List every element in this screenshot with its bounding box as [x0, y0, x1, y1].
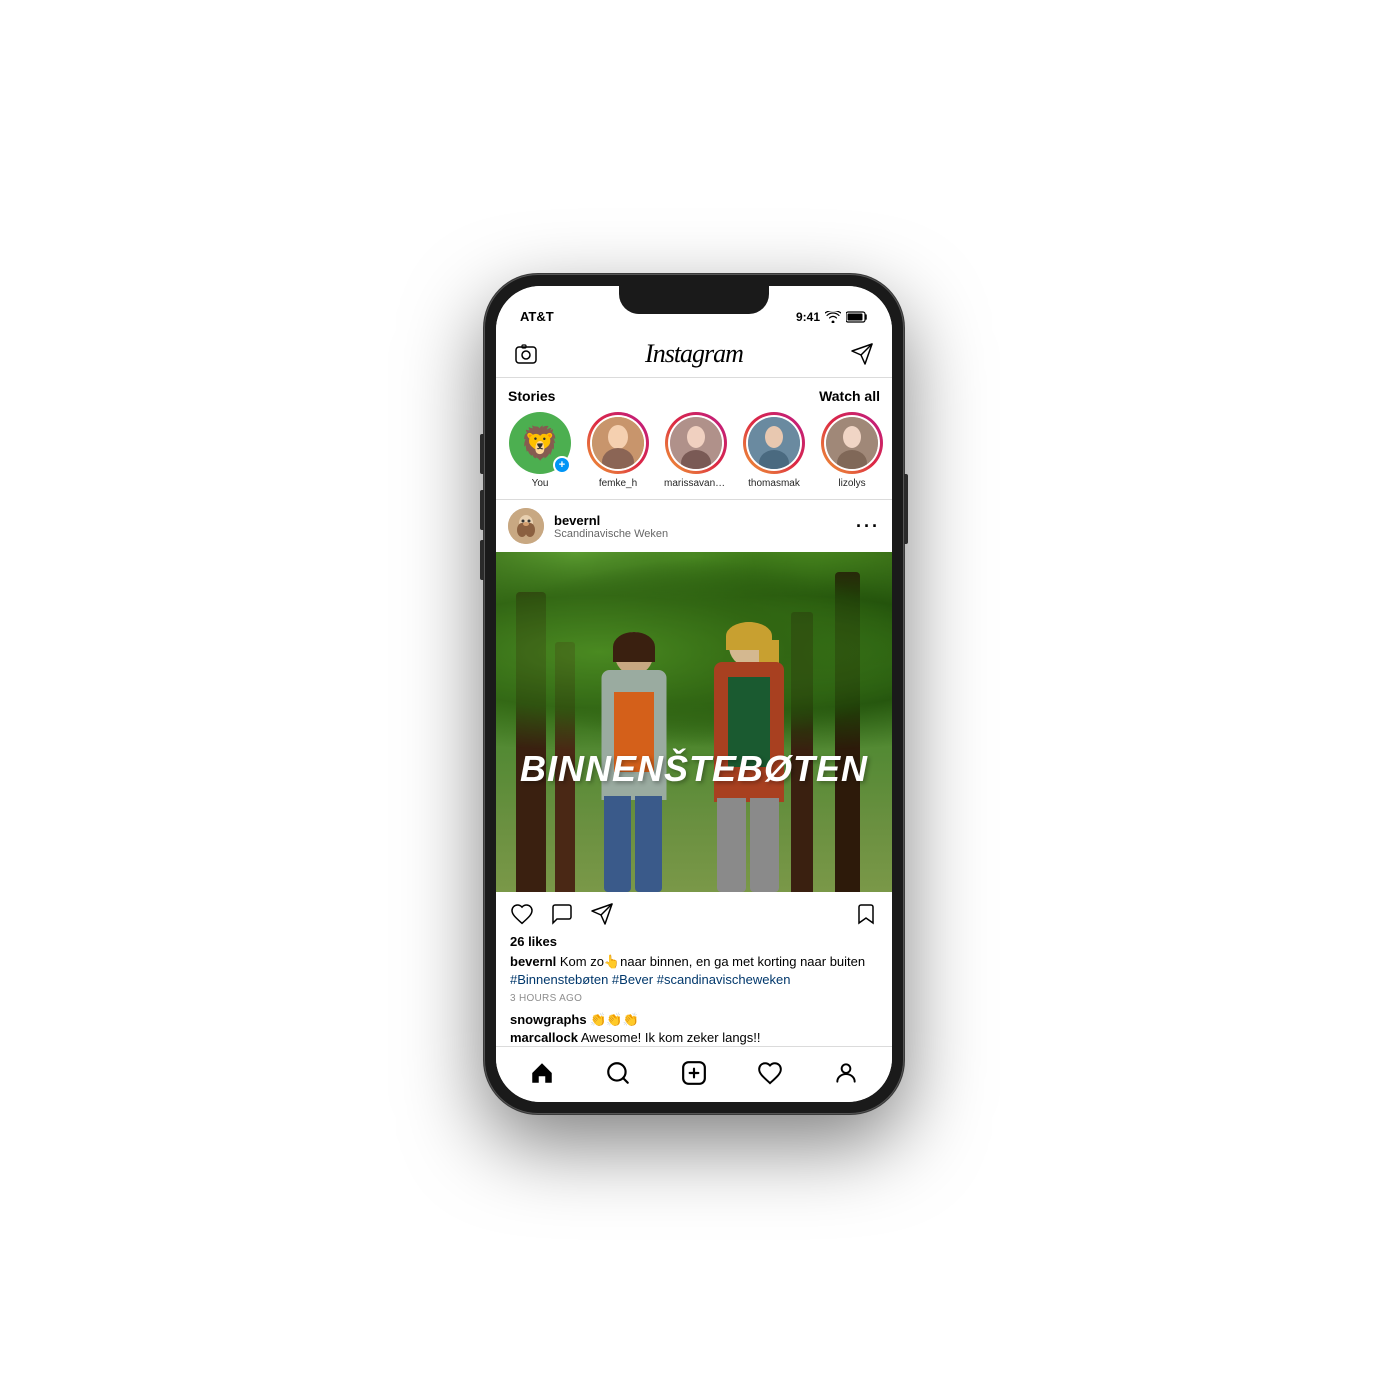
camera-icon	[514, 342, 538, 366]
comment-text-snowgraphs: 👏👏👏	[587, 1012, 639, 1027]
comment-button[interactable]	[550, 902, 574, 926]
comment-user-snowgraphs[interactable]: snowgraphs	[510, 1012, 587, 1027]
post-caption: bevernl Kom zo👆naar binnen, en ga met ko…	[510, 953, 878, 989]
carrier-label: AT&T	[520, 309, 554, 324]
nav-search-button[interactable]	[594, 1052, 642, 1094]
comment-text-marcallock: Awesome! Ik kom zeker langs!!	[578, 1030, 761, 1045]
nav-add-button[interactable]	[670, 1052, 718, 1094]
phone-frame: AT&T 9:41	[484, 274, 904, 1114]
post-actions-left	[510, 902, 614, 926]
post-actions	[496, 892, 892, 932]
comment-snowgraphs: snowgraphs 👏👏👏	[510, 1012, 878, 1028]
bookmark-icon	[854, 902, 878, 926]
share-button[interactable]	[590, 902, 614, 926]
post-subtitle: Scandinavische Weken	[554, 528, 668, 540]
search-icon	[605, 1060, 631, 1086]
post-username: bevernl	[554, 513, 668, 528]
story-ring-lizolys	[821, 412, 883, 474]
story-ring-thomas	[743, 412, 805, 474]
post-image-text: BINNENŠTEBØTEN	[520, 748, 868, 790]
story-avatar-femke	[592, 417, 644, 469]
battery-icon	[846, 311, 868, 323]
story-item-femke[interactable]: femke_h	[586, 412, 650, 489]
story-you-label: You	[532, 478, 549, 489]
caption-username[interactable]: bevernl	[510, 954, 556, 969]
story-avatar-lizolys	[826, 417, 878, 469]
story-avatar-marissa	[670, 417, 722, 469]
hashtag2[interactable]: #Bever	[612, 972, 653, 987]
nav-heart-icon	[757, 1060, 783, 1086]
profile-icon	[833, 1060, 859, 1086]
story-item-you[interactable]: 🦁 + You	[508, 412, 572, 489]
story-marissa-label: marissavankleef_	[664, 478, 728, 489]
stories-section: Stories Watch all 🦁 + You	[496, 378, 892, 500]
time-label: 9:41	[796, 310, 820, 324]
like-button[interactable]	[510, 902, 534, 926]
story-ring-femke	[587, 412, 649, 474]
post-user[interactable]: bevernl Scandinavische Weken	[508, 508, 668, 544]
post-more-button[interactable]: ···	[856, 516, 880, 537]
stories-row: 🦁 + You	[508, 412, 892, 489]
story-thomas-label: thomasmak	[748, 478, 800, 489]
hashtag1[interactable]: #Binnenstebøten	[510, 972, 608, 987]
nav-heart-button[interactable]	[746, 1052, 794, 1094]
status-right: 9:41	[796, 310, 868, 324]
story-ring-marissa	[665, 412, 727, 474]
home-icon	[529, 1060, 555, 1086]
post-avatar	[508, 508, 544, 544]
likes-count: 26 likes	[510, 934, 878, 949]
story-item-thomas[interactable]: thomasmak	[742, 412, 806, 489]
story-lizolys-label: lizolys	[838, 478, 865, 489]
app-header: Instagram	[496, 330, 892, 378]
story-item-lizolys[interactable]: lizolys	[820, 412, 884, 489]
bottom-nav	[496, 1046, 892, 1102]
comment-icon	[550, 902, 574, 926]
post-bevernl: bevernl Scandinavische Weken ···	[496, 500, 892, 1046]
watch-all-button[interactable]: Watch all	[819, 388, 880, 404]
post-header: bevernl Scandinavische Weken ···	[496, 500, 892, 552]
wifi-icon	[825, 311, 841, 323]
phone-screen: AT&T 9:41	[496, 286, 892, 1102]
legs-right	[717, 798, 781, 892]
nav-profile-button[interactable]	[822, 1052, 870, 1094]
story-avatar-thomas	[748, 417, 800, 469]
comment-user-marcallock[interactable]: marcallock	[510, 1030, 578, 1045]
hashtag3[interactable]: #scandinavischeweken	[657, 972, 791, 987]
heart-icon	[510, 902, 534, 926]
story-item-marissa[interactable]: marissavankleef_	[664, 412, 728, 489]
story-femke-label: femke_h	[599, 478, 637, 489]
post-time: 3 HOURS AGO	[510, 993, 878, 1004]
story-add-button[interactable]: +	[553, 456, 571, 474]
hair-left	[613, 632, 655, 662]
camera-button[interactable]	[512, 340, 540, 368]
send-icon	[850, 342, 874, 366]
post-content: 26 likes bevernl Kom zo👆naar binnen, en …	[496, 932, 892, 1046]
nav-home-button[interactable]	[518, 1052, 566, 1094]
stories-title: Stories	[508, 388, 555, 404]
comment-marcallock: marcallock Awesome! Ik kom zeker langs!!	[510, 1030, 878, 1045]
notch	[619, 286, 769, 314]
caption-text: Kom zo👆naar binnen, en ga met korting na…	[556, 954, 865, 969]
save-button[interactable]	[854, 902, 878, 926]
post-image: BINNENŠTEBØTEN	[496, 552, 892, 892]
share-icon	[590, 902, 614, 926]
send-button[interactable]	[848, 340, 876, 368]
stories-header: Stories Watch all	[508, 388, 892, 404]
add-icon	[681, 1060, 707, 1086]
instagram-logo: Instagram	[645, 339, 743, 369]
feed-scroll-area[interactable]: Stories Watch all 🦁 + You	[496, 378, 892, 1046]
legs-left	[604, 796, 664, 892]
